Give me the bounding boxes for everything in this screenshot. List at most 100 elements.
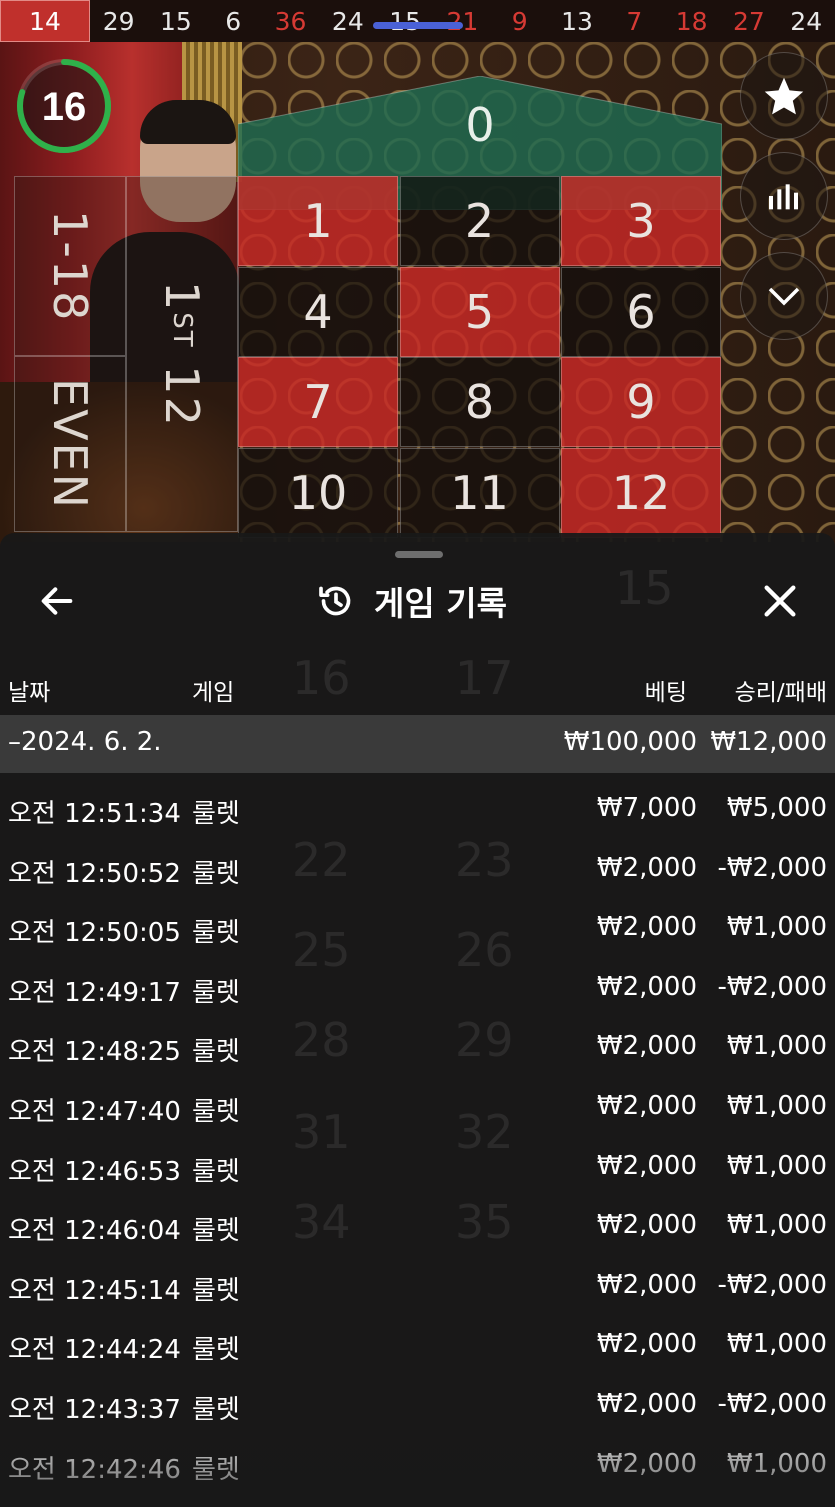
history-row[interactable]: 오전 12:50:05 룰렛 ₩2,000 ₩1,000 [0, 898, 835, 958]
history-row[interactable]: 오전 12:51:34 룰렛 ₩7,000 ₩5,000 [0, 779, 835, 839]
close-icon[interactable] [760, 581, 800, 621]
bet-spot-3[interactable]: 3 [561, 176, 721, 266]
bet-spot-9[interactable]: 9 [561, 357, 721, 447]
history-row[interactable]: 오전 12:50:52 룰렛 ₩2,000 -₩2,000 [0, 839, 835, 899]
history-row[interactable]: 오전 12:46:53 룰렛 ₩2,000 ₩1,000 [0, 1137, 835, 1197]
history-game: 룰렛 [192, 1335, 240, 1366]
history-time: 오전 12:47:40 [8, 1097, 181, 1127]
panel-title-group: 게임 기록 [316, 577, 507, 625]
bet-spot-1st-12[interactable]: 1ST 12 [126, 176, 238, 532]
history-row[interactable]: 오전 12:46:04 룰렛 ₩2,000 ₩1,000 [0, 1196, 835, 1256]
result-item: 24 [790, 6, 823, 36]
history-game: 룰렛 [192, 918, 240, 949]
history-row[interactable]: 오전 12:44:24 룰렛 ₩2,000 ₩1,000 [0, 1315, 835, 1375]
history-bet: ₩2,000 [596, 1031, 697, 1062]
bet-spot-10[interactable]: 10 [238, 447, 398, 538]
result-item: 15 [160, 6, 192, 36]
history-game: 룰렛 [192, 1156, 240, 1187]
list-fade [0, 1413, 835, 1507]
column-header-game: 게임 [192, 680, 235, 706]
history-win-loss: ₩1,000 [726, 1150, 827, 1181]
panel-title: 게임 기록 [374, 584, 507, 623]
drag-handle[interactable] [395, 551, 443, 558]
bet-spot-even[interactable]: EVEN [14, 356, 126, 532]
bet-spot-5[interactable]: 5 [399, 266, 560, 357]
history-win-loss: -₩2,000 [717, 971, 827, 1002]
history-game: 룰렛 [192, 1275, 240, 1306]
collapse-button[interactable] [740, 252, 828, 340]
history-time: 오전 12:46:53 [8, 1156, 181, 1187]
history-time: 오전 12:51:34 [8, 799, 181, 829]
date-group-win-loss: ₩12,000 [710, 727, 827, 757]
history-bet: ₩2,000 [596, 852, 697, 883]
game-history-panel: 15 16 17 22 23 25 26 28 29 31 32 34 35 게… [0, 533, 835, 1507]
latest-result: 14 [0, 0, 90, 42]
bet-spot-6[interactable]: 6 [561, 266, 721, 357]
countdown-timer: 16 [17, 59, 111, 153]
date-group-row[interactable]: –2024. 6. 2. ₩100,000 ₩12,000 [0, 715, 835, 773]
history-time: 오전 12:45:14 [8, 1275, 181, 1306]
history-row[interactable]: 오전 12:48:25 룰렛 ₩2,000 ₩1,000 [0, 1017, 835, 1077]
history-game: 룰렛 [192, 977, 240, 1008]
history-time: 오전 12:48:25 [8, 1037, 181, 1068]
result-item: 24 [331, 6, 364, 36]
result-item: 29 [102, 6, 135, 36]
history-bet: ₩2,000 [596, 971, 697, 1002]
column-header-bet: 베팅 [644, 680, 687, 706]
result-item: 18 [675, 6, 708, 36]
back-arrow-icon[interactable] [36, 581, 78, 621]
history-win-loss: ₩1,000 [726, 1031, 827, 1062]
timer-value: 16 [42, 85, 87, 129]
history-win-loss: ₩5,000 [726, 793, 827, 823]
history-time: 오전 12:50:05 [8, 918, 181, 949]
history-time: 오전 12:44:24 [8, 1335, 181, 1366]
bet-spot-1-18[interactable]: 1-18 [14, 176, 126, 356]
result-item: 7 [626, 6, 643, 36]
history-win-loss: ₩1,000 [726, 1091, 827, 1121]
history-game: 룰렛 [192, 799, 240, 829]
chevron-down-icon [768, 287, 800, 306]
history-win-loss: -₩2,000 [717, 852, 827, 883]
history-game: 룰렛 [192, 1037, 240, 1068]
history-row[interactable]: 오전 12:49:17 룰렛 ₩2,000 -₩2,000 [0, 958, 835, 1018]
bet-spot-1[interactable]: 1 [238, 176, 398, 266]
history-row[interactable]: 오전 12:47:40 룰렛 ₩2,000 ₩1,000 [0, 1077, 835, 1137]
bet-spot-12[interactable]: 12 [561, 447, 721, 538]
result-item: 36 [274, 6, 307, 36]
date-group-date: –2024. 6. 2. [8, 727, 162, 757]
history-icon [319, 586, 351, 616]
history-game: 룰렛 [192, 858, 240, 889]
history-win-loss: ₩1,000 [726, 1210, 827, 1241]
column-header-date: 날짜 [8, 680, 51, 706]
history-time: 오전 12:49:17 [8, 977, 181, 1008]
result-item: 13 [561, 6, 593, 36]
history-win-loss: -₩2,000 [717, 1269, 827, 1300]
strip-scroll-indicator[interactable] [373, 22, 463, 29]
star-icon [764, 77, 804, 115]
statistics-button[interactable] [740, 152, 828, 240]
bet-spot-11[interactable]: 11 [399, 447, 560, 538]
result-item: 15 [389, 6, 422, 36]
bet-spot-7[interactable]: 7 [238, 357, 398, 447]
betting-board: 0 1 2 3 4 5 6 7 8 9 10 11 12 1-18 EVEN 1ST 12 [0, 42, 835, 542]
result-item: 27 [733, 6, 765, 36]
panel-header: 게임 기록 [0, 573, 835, 625]
bet-spot-2[interactable]: 2 [399, 176, 560, 266]
history-bet: ₩2,000 [596, 1329, 697, 1360]
history-bet: ₩2,000 [596, 1210, 697, 1241]
history-time: 오전 12:46:04 [8, 1216, 181, 1247]
result-item: 9 [511, 6, 528, 36]
zero-label: 0 [465, 98, 495, 152]
bet-spot-8[interactable]: 8 [399, 357, 560, 447]
history-bet: ₩7,000 [596, 793, 697, 823]
history-win-loss: ₩1,000 [726, 912, 827, 943]
result-item: 6 [225, 6, 242, 36]
history-bet: ₩2,000 [596, 912, 697, 943]
bet-spot-4[interactable]: 4 [238, 266, 398, 357]
history-row[interactable]: 오전 12:45:14 룰렛 ₩2,000 -₩2,000 [0, 1256, 835, 1316]
history-game: 룰렛 [192, 1097, 240, 1127]
history-bet: ₩2,000 [596, 1269, 697, 1300]
favorite-button[interactable] [740, 52, 828, 140]
history-game: 룰렛 [192, 1216, 240, 1247]
low-label: 1-18 [43, 209, 97, 323]
